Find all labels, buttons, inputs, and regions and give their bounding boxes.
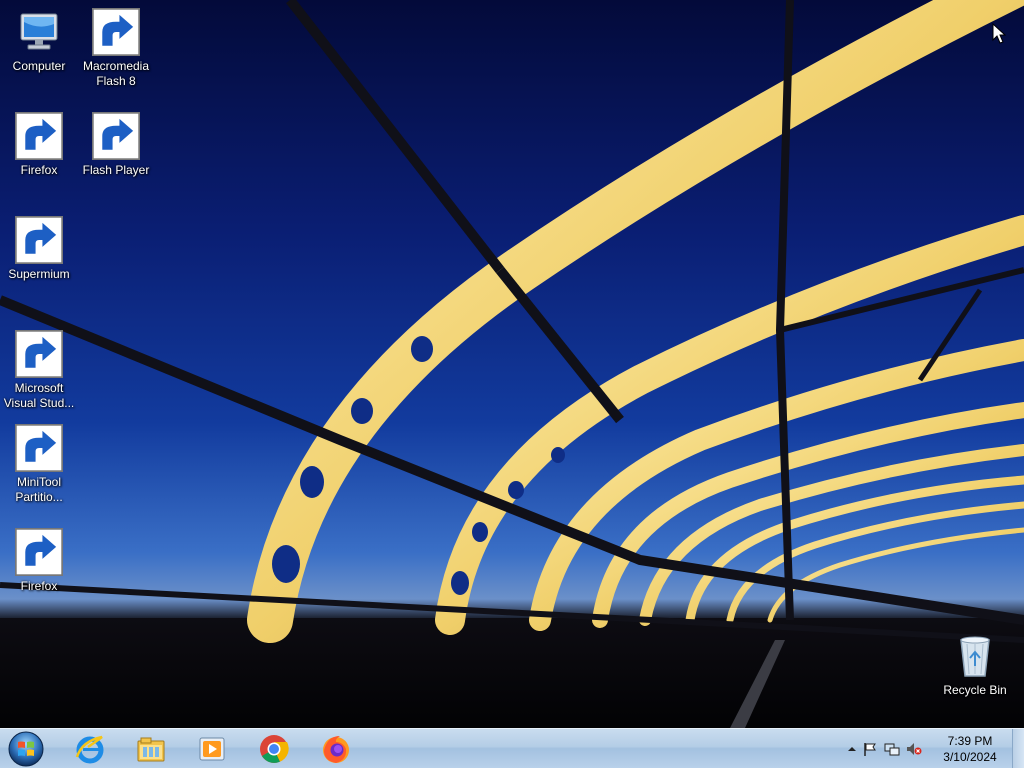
desktop-icon-minitool-partition[interactable]: MiniTool Partitio... bbox=[0, 424, 78, 505]
desktop-icon-label: Recycle Bin bbox=[943, 683, 1007, 697]
start-button[interactable] bbox=[6, 730, 46, 768]
recycle-bin-icon bbox=[960, 636, 990, 677]
firefox-icon bbox=[323, 736, 349, 763]
action-center-flag-icon[interactable] bbox=[862, 741, 878, 757]
network-icon[interactable] bbox=[884, 741, 900, 757]
taskbar: 7:39 PM 3/10/2024 bbox=[0, 728, 1024, 768]
shortcut-arrow-icon bbox=[15, 330, 63, 378]
wallpaper-bridge bbox=[0, 0, 1024, 728]
desktop-icon-label: Microsoft Visual Stud... bbox=[3, 381, 75, 410]
media-player-icon bbox=[199, 737, 225, 761]
desktop-icon-label: Supermium bbox=[8, 267, 70, 281]
desktop-icon-firefox-2[interactable]: Firefox bbox=[0, 528, 78, 594]
desktop-icon-label: Firefox bbox=[20, 579, 58, 593]
shortcut-arrow-icon bbox=[92, 112, 140, 160]
desktop-icon-macromedia-flash-8[interactable]: f Macromedia Flash 8 bbox=[77, 8, 155, 89]
desktop-icon-label: Computer bbox=[12, 59, 66, 73]
shortcut-arrow-icon bbox=[92, 8, 140, 56]
desktop-icon-label: MiniTool Partitio... bbox=[15, 475, 63, 504]
taskbar-internet-explorer[interactable] bbox=[64, 731, 116, 767]
desktop-icon-supermium[interactable]: Supermium bbox=[0, 216, 78, 282]
taskbar-media-player[interactable] bbox=[186, 731, 238, 767]
desktop-icon-computer[interactable]: Computer bbox=[0, 8, 78, 74]
clock-time: 7:39 PM bbox=[947, 734, 993, 748]
mouse-cursor-icon bbox=[992, 23, 1006, 44]
desktop-icon-label: Macromedia Flash 8 bbox=[82, 59, 150, 88]
system-clock[interactable]: 7:39 PM 3/10/2024 bbox=[938, 733, 1002, 765]
shortcut-arrow-icon bbox=[15, 112, 63, 160]
taskbar-chrome[interactable] bbox=[248, 731, 300, 767]
shortcut-arrow-icon bbox=[15, 528, 63, 576]
file-explorer-icon bbox=[137, 737, 165, 762]
shortcut-arrow-icon bbox=[15, 216, 63, 264]
desktop-icon-firefox[interactable]: Firefox bbox=[0, 112, 78, 178]
internet-explorer-icon bbox=[75, 735, 104, 764]
desktop-icon-recycle-bin[interactable]: Recycle Bin bbox=[936, 632, 1014, 698]
shortcut-arrow-icon bbox=[15, 424, 63, 472]
desktop[interactable]: Computer f Macromedia Flash 8 bbox=[0, 0, 1024, 768]
desktop-icon-label: Flash Player bbox=[82, 163, 150, 177]
taskbar-firefox[interactable] bbox=[310, 731, 362, 767]
desktop-icon-flash-player[interactable]: f Flash Player bbox=[77, 112, 155, 178]
desktop-icon-microsoft-visual-studio[interactable]: Microsoft Visual Stud... bbox=[0, 330, 78, 411]
notification-area: 7:39 PM 3/10/2024 bbox=[840, 729, 1024, 768]
computer-icon bbox=[20, 13, 58, 50]
volume-muted-icon[interactable] bbox=[906, 741, 922, 757]
show-desktop-button[interactable] bbox=[1012, 729, 1024, 768]
taskbar-windows-explorer[interactable] bbox=[125, 731, 177, 767]
windows-start-icon bbox=[8, 731, 44, 767]
desktop-icon-label: Firefox bbox=[20, 163, 58, 177]
clock-date: 3/10/2024 bbox=[943, 750, 997, 764]
show-hidden-icons-arrow-icon[interactable] bbox=[844, 741, 860, 757]
chrome-icon bbox=[260, 735, 289, 763]
